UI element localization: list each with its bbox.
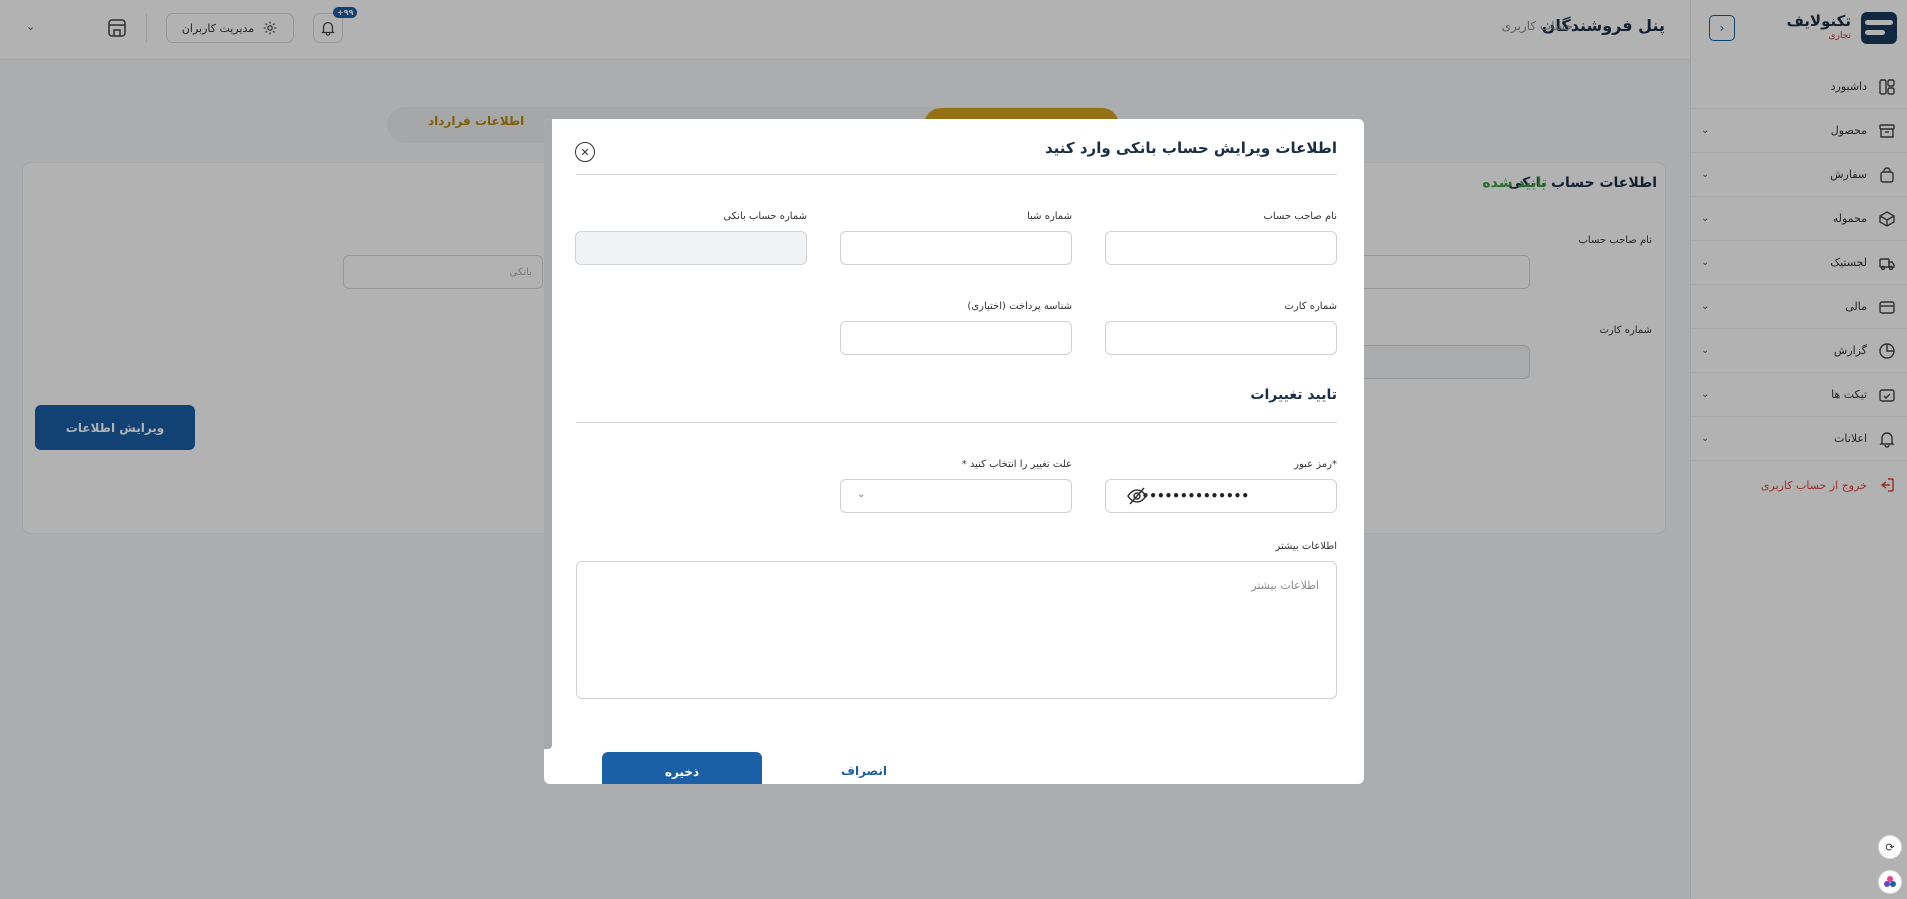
cancel-button[interactable]: انصراف — [819, 764, 909, 778]
account-number-input[interactable] — [575, 231, 807, 265]
close-icon: ✕ — [580, 145, 590, 159]
flower-icon — [1884, 876, 1896, 887]
edit-bank-modal: اطلاعات ویرایش حساب بانکی وارد کنید ✕ نا… — [544, 119, 1364, 784]
reason-select[interactable] — [840, 479, 1072, 513]
chevron-down-icon: ⌄ — [857, 489, 866, 500]
more-info-textarea[interactable] — [576, 561, 1337, 699]
divider — [576, 422, 1337, 423]
save-button[interactable]: ذخیره — [602, 752, 762, 784]
close-button[interactable]: ✕ — [575, 142, 595, 162]
reason-label: علت تغییر را انتخاب کنید * — [961, 459, 1072, 470]
holder-name-input[interactable] — [1105, 231, 1337, 265]
scrollbar[interactable] — [544, 119, 552, 749]
confirm-section-title: تایید تغییرات — [1250, 387, 1337, 403]
payment-id-label: شناسه پرداخت (اختیاری) — [967, 301, 1072, 312]
password-value: •••••••••••••• — [1141, 489, 1249, 503]
divider — [576, 174, 1337, 175]
card-number-label: شماره کارت — [1284, 301, 1337, 312]
assistant-widget-button[interactable] — [1878, 870, 1902, 894]
card-number-input[interactable] — [1105, 321, 1337, 355]
refresh-widget-button[interactable]: ⟳ — [1878, 835, 1902, 859]
holder-name-label: نام صاحب حساب — [1263, 211, 1337, 222]
account-number-label: شماره حساب بانکی — [723, 211, 807, 222]
payment-id-input[interactable] — [840, 321, 1072, 355]
eye-off-icon[interactable] — [1126, 485, 1148, 507]
sheba-input[interactable] — [840, 231, 1072, 265]
refresh-icon: ⟳ — [1885, 840, 1895, 854]
password-label: *رمز عبور — [1294, 459, 1337, 470]
sheba-label: شماره شبا — [1027, 211, 1072, 222]
more-info-label: اطلاعات بیشتر — [1275, 541, 1337, 552]
modal-title: اطلاعات ویرایش حساب بانکی وارد کنید — [1045, 139, 1337, 157]
more-info-placeholder: اطلاعات بیشتر — [1251, 579, 1319, 592]
